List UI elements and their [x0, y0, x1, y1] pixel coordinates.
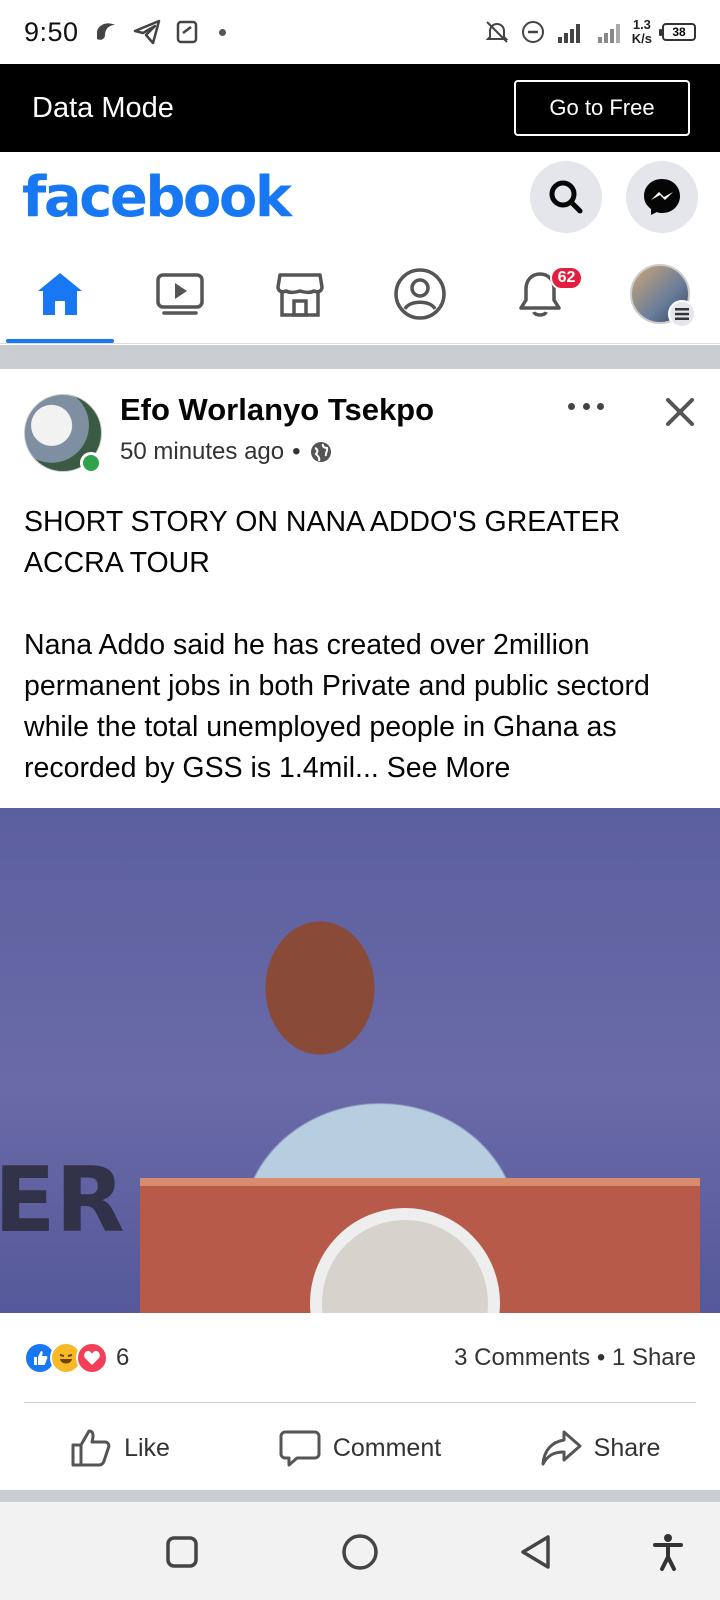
love-reaction-icon — [76, 1342, 108, 1374]
recent-apps-button[interactable] — [162, 1532, 202, 1572]
app-notification-icon — [96, 23, 115, 40]
signal-icon — [557, 24, 580, 43]
accessibility-button[interactable] — [648, 1532, 688, 1572]
marketplace-icon — [276, 272, 324, 317]
menu-icon — [668, 299, 696, 328]
messenger-icon — [644, 179, 680, 215]
network-speed: 1.3 K/s — [632, 18, 652, 46]
notifications-badge: 62 — [549, 266, 584, 290]
post-image[interactable]: ER — [0, 808, 720, 1313]
home-button[interactable] — [340, 1532, 380, 1572]
post-header: Efo Worlanyo Tsekpo 50 minutes ago • — [0, 370, 720, 480]
background-sign: ER — [0, 1148, 125, 1253]
search-icon — [549, 180, 583, 214]
post-body-text: Nana Addo said he has created over 2mill… — [24, 629, 658, 784]
post-time[interactable]: 50 minutes ago — [120, 438, 284, 466]
post-stats: 3 Comments • 1 Share — [454, 1344, 696, 1372]
close-icon[interactable] — [662, 394, 698, 430]
like-button[interactable]: Like — [0, 1403, 240, 1493]
search-button[interactable] — [530, 161, 602, 233]
post-text: SHORT STORY ON NANA ADDO'S GREATER ACCRA… — [24, 502, 704, 789]
signal-icon-2 — [597, 24, 620, 43]
telegram-icon — [133, 19, 160, 45]
go-to-free-button[interactable]: Go to Free — [514, 80, 690, 136]
app-header: facebook — [0, 152, 720, 242]
globe-icon — [310, 442, 331, 462]
bottom-separator — [0, 1490, 720, 1502]
app-notification-icon-2 — [176, 20, 197, 44]
system-navigation-bar — [0, 1502, 720, 1600]
network-speed-unit: K/s — [631, 31, 652, 46]
more-options-button[interactable] — [568, 396, 604, 416]
tab-watch[interactable] — [120, 244, 240, 343]
online-status-dot — [80, 452, 102, 474]
home-icon — [38, 272, 82, 315]
home-circle-icon — [342, 1534, 378, 1570]
main-nav-tabs: 62 — [0, 244, 720, 344]
data-mode-banner: Data Mode Go to Free — [0, 64, 720, 152]
battery-level: 38 — [672, 25, 686, 39]
like-icon — [71, 1429, 111, 1467]
tab-menu[interactable] — [600, 244, 720, 343]
facebook-logo: facebook — [22, 164, 292, 230]
menu-avatar — [630, 263, 696, 328]
status-time: 9:50 — [24, 16, 79, 47]
comment-button[interactable]: Comment — [240, 1403, 480, 1493]
accessibility-icon — [653, 1534, 683, 1571]
back-button[interactable] — [516, 1532, 556, 1572]
reactions-row: 6 3 Comments • 1 Share — [24, 1336, 696, 1380]
post-meta: 50 minutes ago • — [120, 438, 333, 466]
back-icon — [521, 1535, 550, 1569]
comment-label: Comment — [332, 1433, 442, 1462]
video-icon — [156, 272, 204, 315]
share-label: Share — [593, 1433, 661, 1462]
see-more-link[interactable]: See More — [387, 752, 511, 784]
tab-home[interactable] — [0, 244, 120, 343]
tab-notifications[interactable]: 62 — [480, 244, 600, 343]
meta-separator: • — [292, 438, 301, 465]
post-author[interactable]: Efo Worlanyo Tsekpo — [120, 392, 434, 428]
post-actions: Like Comment Share — [0, 1403, 720, 1493]
share-icon — [541, 1430, 582, 1466]
tab-marketplace[interactable] — [240, 244, 360, 343]
share-button[interactable]: Share — [480, 1403, 720, 1493]
messenger-button[interactable] — [626, 161, 698, 233]
reaction-count[interactable]: 6 — [116, 1344, 129, 1372]
more-notifications-dot — [218, 28, 226, 36]
recents-icon — [166, 1536, 198, 1568]
comment-icon — [279, 1430, 321, 1467]
post-title-text: SHORT STORY ON NANA ADDO'S GREATER ACCRA… — [24, 506, 627, 579]
status-bar: 9:50 1.3 K/s 38 — [0, 0, 720, 64]
comments-count[interactable]: 3 Comments — [454, 1344, 590, 1371]
data-mode-title: Data Mode — [32, 91, 174, 124]
profile-icon — [394, 267, 446, 320]
reaction-icons[interactable] — [24, 1342, 108, 1374]
shares-count[interactable]: 1 Share — [612, 1344, 696, 1371]
battery-icon: 38 — [659, 23, 696, 41]
network-speed-value: 1.3 — [632, 17, 651, 32]
feed-separator — [0, 345, 720, 369]
stats-separator: • — [596, 1344, 606, 1371]
mute-icon — [485, 21, 509, 43]
do-not-disturb-icon — [521, 21, 544, 43]
status-notification-icons — [93, 19, 226, 45]
status-system-icons: 1.3 K/s 38 — [484, 18, 696, 46]
tab-profile[interactable] — [360, 244, 480, 343]
like-label: Like — [124, 1433, 170, 1462]
